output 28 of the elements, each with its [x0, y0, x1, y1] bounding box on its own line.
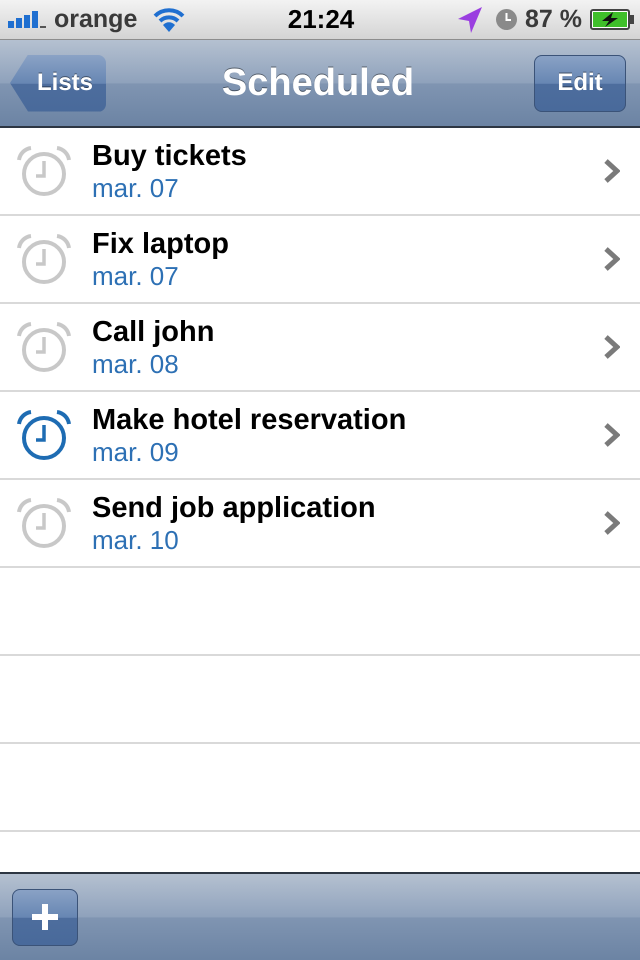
chevron-right-icon — [604, 247, 620, 271]
add-button[interactable] — [12, 888, 78, 946]
back-button[interactable]: Lists — [10, 54, 106, 112]
location-arrow-icon — [458, 6, 482, 32]
carrier-name: orange — [54, 5, 138, 34]
task-title: Fix laptop — [92, 227, 230, 261]
plus-icon — [32, 904, 58, 930]
chevron-right-icon — [604, 511, 620, 535]
battery-percentage: 87 % — [525, 5, 582, 34]
task-date: mar. 08 — [92, 349, 180, 379]
clock-time: 21:24 — [288, 4, 354, 35]
chevron-right-icon — [604, 423, 620, 447]
chevron-right-icon — [604, 335, 620, 359]
task-title: Send job application — [92, 491, 377, 525]
task-date: mar. 07 — [92, 261, 180, 291]
task-date: mar. 10 — [92, 525, 180, 555]
screen-title: Scheduled — [222, 62, 414, 104]
task-title: Call john — [92, 315, 216, 349]
edit-button[interactable]: Edit — [534, 54, 626, 112]
battery-charging-icon — [590, 9, 634, 30]
signal-icon — [8, 11, 46, 28]
wifi-icon — [153, 8, 186, 32]
task-title: Buy tickets — [92, 139, 248, 173]
task-date: mar. 09 — [92, 437, 180, 467]
task-title: Make hotel reservation — [92, 403, 408, 437]
task-date: mar. 07 — [92, 173, 180, 203]
chevron-right-icon — [604, 159, 620, 183]
clock-icon — [496, 9, 518, 30]
